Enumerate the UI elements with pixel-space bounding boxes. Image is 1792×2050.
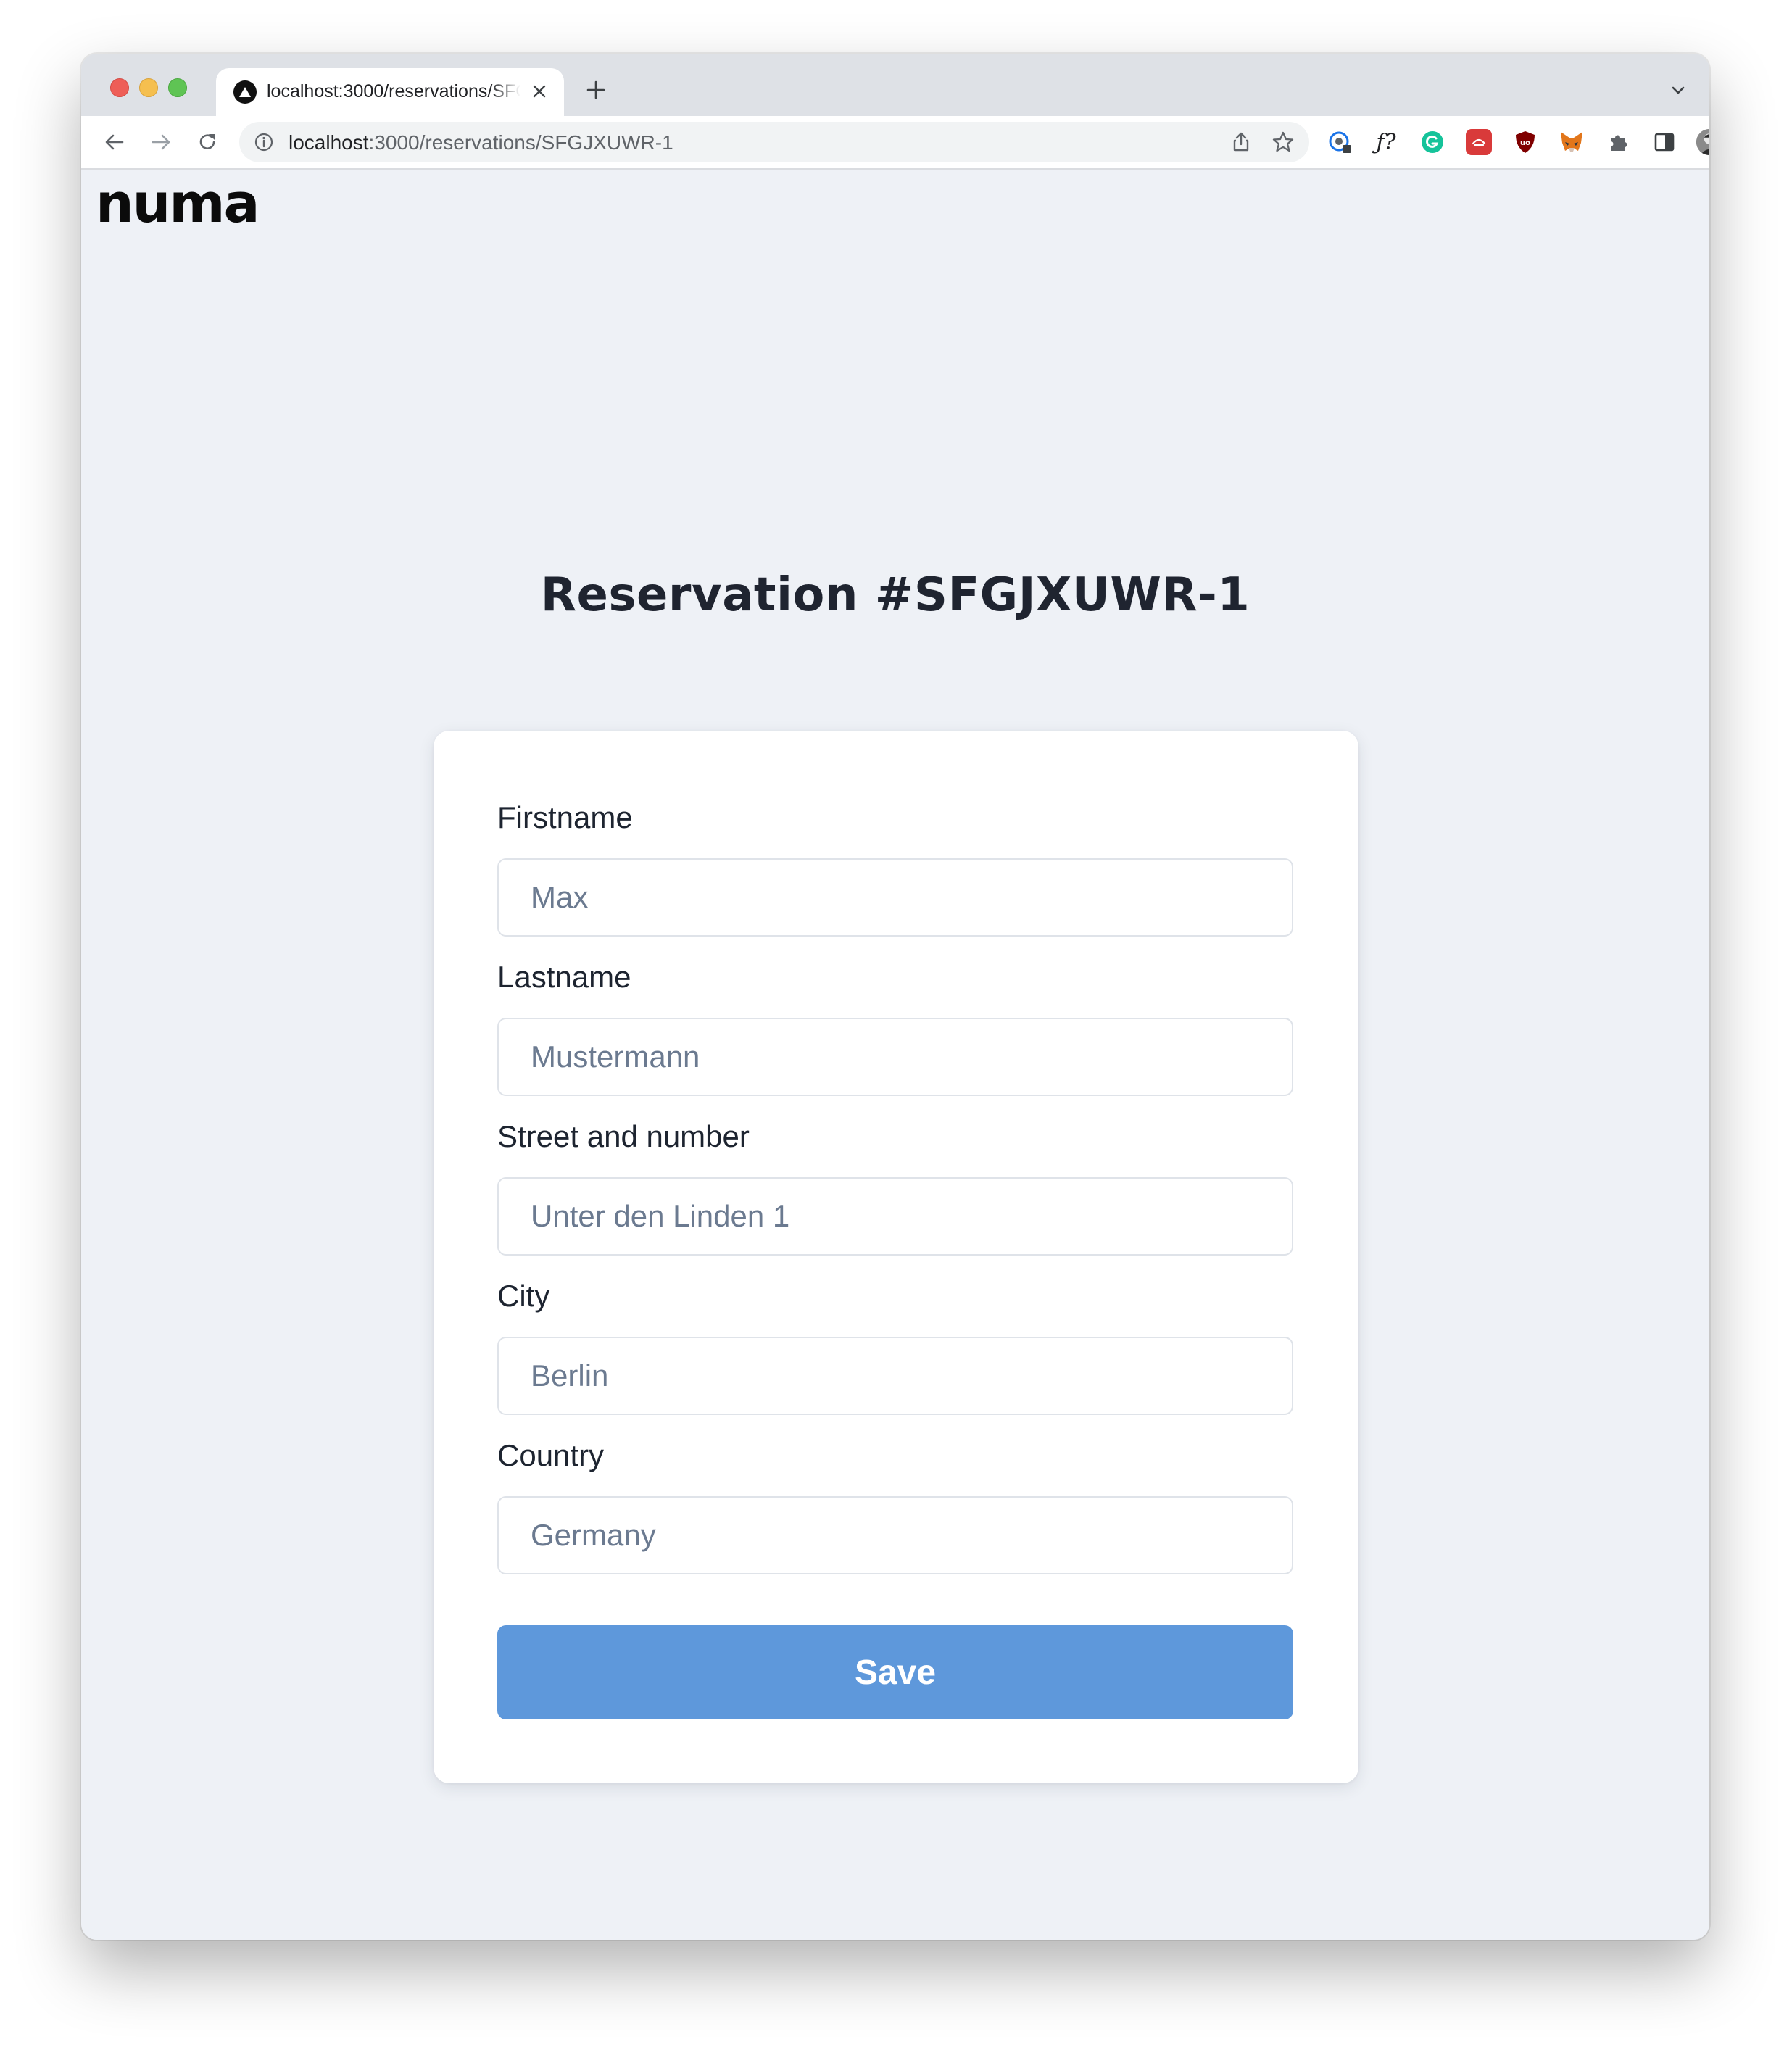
site-info-icon[interactable]	[254, 132, 274, 152]
firstname-input[interactable]	[497, 858, 1293, 937]
forward-arrow-icon[interactable]	[146, 128, 175, 157]
street-label: Street and number	[497, 1119, 750, 1153]
browser-toolbar: localhost:3000/reservations/SFGJXUWR-1 ƒ…	[81, 116, 1709, 170]
grammarly-icon[interactable]	[1419, 129, 1445, 155]
bookmark-star-icon[interactable]	[1272, 130, 1295, 154]
svg-text:uo: uo	[1520, 139, 1530, 147]
close-window-button[interactable]	[110, 78, 129, 97]
save-button[interactable]: Save	[497, 1625, 1293, 1719]
tab-search-chevron-icon[interactable]	[1667, 80, 1689, 101]
lastname-label: Lastname	[497, 960, 631, 994]
new-tab-plus-icon[interactable]	[581, 75, 610, 104]
city-input[interactable]	[497, 1337, 1293, 1415]
tab-strip: localhost:3000/reservations/SFGJXUWR-1	[81, 54, 1709, 116]
page-content: numa Reservation #SFGJXUWR-1 Firstname L…	[81, 170, 1709, 1940]
minimize-window-button[interactable]	[139, 78, 158, 97]
ublock-icon[interactable]: uo	[1512, 129, 1538, 155]
page-title: Reservation #SFGJXUWR-1	[540, 568, 1250, 622]
address-bar[interactable]: localhost:3000/reservations/SFGJXUWR-1	[239, 122, 1309, 162]
profile-avatar-icon[interactable]	[1696, 129, 1709, 155]
country-input[interactable]	[497, 1496, 1293, 1574]
street-input[interactable]	[497, 1177, 1293, 1256]
share-icon[interactable]	[1229, 130, 1253, 154]
browser-window: localhost:3000/reservations/SFGJXUWR-1 l	[81, 54, 1709, 1940]
maximize-window-button[interactable]	[168, 78, 187, 97]
puzzle-extensions-icon[interactable]	[1605, 129, 1631, 155]
lastname-input[interactable]	[497, 1018, 1293, 1096]
whatfont-icon[interactable]: ƒ?	[1373, 129, 1399, 155]
address-url: localhost:3000/reservations/SFGJXUWR-1	[289, 131, 673, 154]
close-tab-icon[interactable]	[526, 78, 552, 104]
metamask-fox-icon[interactable]	[1559, 129, 1585, 155]
numa-logo[interactable]: numa	[96, 173, 262, 236]
tab-title: localhost:3000/reservations/SFGJXUWR-1	[267, 81, 520, 101]
address-path: :3000/reservations/SFGJXUWR-1	[368, 131, 673, 154]
side-panel-icon[interactable]	[1651, 129, 1677, 155]
city-label: City	[497, 1279, 550, 1313]
address-host: localhost	[289, 131, 369, 154]
browser-tab-active[interactable]: localhost:3000/reservations/SFGJXUWR-1	[216, 68, 564, 116]
red-extension-icon[interactable]	[1466, 129, 1492, 155]
country-label: Country	[497, 1438, 605, 1472]
reservation-form-card: Firstname Lastname Street and number Cit…	[434, 731, 1358, 1783]
firstname-label: Firstname	[497, 800, 633, 834]
password-manager-icon[interactable]	[1327, 129, 1353, 155]
logo-text: numa	[96, 181, 258, 232]
triangle-logo-icon	[233, 80, 257, 104]
reload-icon[interactable]	[193, 128, 222, 157]
back-arrow-icon[interactable]	[100, 128, 129, 157]
